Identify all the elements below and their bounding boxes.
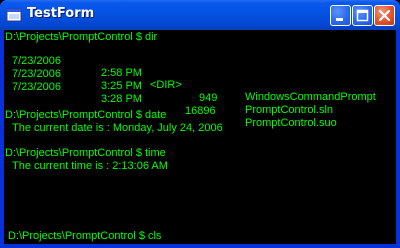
dir-entry-name: WindowsCommandPrompt bbox=[245, 91, 376, 103]
minimize-button[interactable] bbox=[330, 5, 351, 26]
date-output-line: The current date is : Monday, July 24, 2… bbox=[12, 122, 223, 134]
current-prompt-line: D:\Projects\PromptControl $ cls bbox=[8, 230, 162, 242]
dir-entry-size: 16896 bbox=[185, 105, 216, 117]
date-command-line: D:\Projects\PromptControl $ date bbox=[5, 109, 167, 121]
maximize-button[interactable] bbox=[352, 5, 373, 26]
window-title: TestForm bbox=[27, 6, 95, 21]
dir-entry-name: PromptControl.suo bbox=[245, 117, 337, 129]
window-frame-bottom bbox=[0, 244, 400, 248]
dir-entry-size: 949 bbox=[199, 92, 218, 104]
dir-entry: 7/23/2006 3:25 PM 949 PromptControl.sln bbox=[5, 56, 395, 116]
dir-entry: 7/23/2006 3:28 PM 16896 PromptControl.su… bbox=[5, 69, 395, 129]
dir-entry-time: 3:28 PM bbox=[101, 93, 142, 105]
time-command-line: D:\Projects\PromptControl $ time bbox=[5, 147, 166, 159]
dir-entry: 7/23/2006 2:58 PM <DIR> WindowsCommandPr… bbox=[5, 43, 395, 103]
close-button[interactable] bbox=[374, 5, 395, 26]
dir-entry-date: 7/23/2006 bbox=[12, 81, 61, 93]
console-area[interactable]: D:\Projects\PromptControl $ dir 7/23/200… bbox=[4, 30, 396, 244]
app-window: TestForm D:\Projects\PromptControl $ dir… bbox=[0, 0, 400, 248]
dir-entry-name: PromptControl.sln bbox=[245, 104, 334, 116]
time-output-line: The current time is : 2:13:06 AM bbox=[12, 160, 168, 172]
console-output: D:\Projects\PromptControl $ dir 7/23/200… bbox=[4, 30, 396, 244]
title-bar[interactable]: TestForm bbox=[0, 0, 400, 30]
app-window-icon[interactable] bbox=[6, 7, 22, 23]
